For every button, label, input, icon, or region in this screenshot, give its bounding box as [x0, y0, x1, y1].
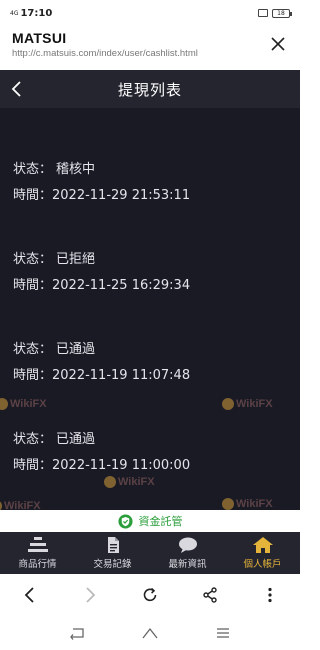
home-icon [252, 537, 273, 553]
page-title: 提現列表 [117, 80, 182, 99]
time-value: 2022-11-19 11:07:48 [52, 368, 191, 383]
status-value: 已拒絕 [56, 252, 96, 267]
tab-trade-records[interactable]: 交易記錄 [75, 532, 150, 574]
watermark: WikiFX [222, 498, 273, 510]
cash-list: 状态： 稽核中 時間：2022-11-29 21:53:11 状态： 已拒絕 時間：… [0, 108, 300, 510]
document-icon [107, 537, 119, 553]
record-status: 状态： 已拒絕 [13, 248, 95, 267]
record-time: 時間：2022-11-19 11:07:48 [13, 364, 190, 383]
site-title: MATSUI [12, 30, 67, 46]
status-value: 稽核中 [56, 162, 96, 177]
tab-label: 最新資訊 [168, 559, 207, 570]
record-status: 状态： 已通過 [13, 338, 95, 357]
time-label: 時間： [13, 278, 53, 293]
record-status: 状态： 稽核中 [13, 158, 95, 177]
tab-label: 個人帳戶 [243, 559, 282, 570]
tab-label: 商品行情 [18, 559, 57, 570]
status-label: 状态： [13, 252, 53, 267]
list-item[interactable]: 状态： 已拒絕 時間：2022-11-25 16:29:34 [0, 226, 300, 314]
back-arrow-icon[interactable] [21, 586, 39, 604]
record-time: 時間：2022-11-19 11:00:00 [13, 454, 190, 473]
status-bar: 4G 17:10 18 [0, 0, 300, 26]
status-value: 已通過 [56, 432, 96, 447]
fund-custody-banner[interactable]: 資金託管 [0, 510, 300, 532]
list-item[interactable]: 状态： 已通過 時間：2022-11-19 11:00:00 [0, 406, 300, 494]
record-time: 時間：2022-11-25 16:29:34 [13, 274, 190, 293]
time-label: 時間： [13, 368, 53, 383]
status-label: 状态： [13, 162, 53, 177]
back-icon[interactable] [8, 79, 28, 99]
chat-bubble-icon [178, 537, 197, 553]
share-icon[interactable] [201, 586, 219, 604]
time-label: 時間： [13, 188, 53, 203]
bottom-tab-bar: 商品行情 交易記錄 最新資訊 個人帳戶 [0, 532, 300, 574]
list-icon [27, 537, 48, 552]
close-icon[interactable] [270, 36, 286, 52]
forward-arrow-icon[interactable] [81, 586, 99, 604]
refresh-icon[interactable] [141, 586, 159, 604]
nav-home-icon[interactable] [142, 626, 158, 640]
vibrate-icon [258, 9, 268, 17]
time-value: 2022-11-29 21:53:11 [52, 188, 191, 203]
watermark: WikiFX [0, 500, 41, 510]
browser-header: MATSUI http://c.matsuis.com/index/user/c… [0, 26, 300, 66]
list-item[interactable]: 状态： 已通過 時間：2022-11-19 11:07:48 [0, 316, 300, 404]
record-time: 時間：2022-11-29 21:53:11 [13, 184, 190, 203]
signal-indicator: 4G [10, 9, 19, 17]
time-value: 2022-11-25 16:29:34 [52, 278, 191, 293]
status-label: 状态： [13, 432, 53, 447]
status-label: 状态： [13, 342, 53, 357]
nav-menu-icon[interactable] [215, 626, 231, 640]
battery-level: 18 [277, 9, 285, 17]
watermark-logo-icon [0, 500, 2, 510]
time-label: 時間： [13, 458, 53, 473]
tab-news[interactable]: 最新資訊 [150, 532, 225, 574]
shield-check-icon [117, 513, 133, 529]
site-url[interactable]: http://c.matsuis.com/index/user/cashlist… [12, 48, 288, 59]
status-value: 已通過 [56, 342, 96, 357]
more-options-icon[interactable] [261, 586, 279, 604]
list-item[interactable]: 状态： 稽核中 時間：2022-11-29 21:53:11 [0, 136, 300, 224]
browser-toolbar [0, 574, 300, 616]
tab-account[interactable]: 個人帳戶 [225, 532, 300, 574]
record-status: 状态： 已通過 [13, 428, 95, 447]
time-value: 2022-11-19 11:00:00 [52, 458, 191, 473]
app-nav-bar: 提現列表 [0, 70, 300, 108]
watermark-logo-icon [222, 498, 234, 510]
nav-back-icon[interactable] [69, 626, 85, 640]
status-time: 17:10 [20, 7, 53, 19]
custody-label: 資金託管 [138, 515, 183, 528]
android-nav-bar [0, 616, 300, 650]
tab-market[interactable]: 商品行情 [0, 532, 75, 574]
tab-label: 交易記錄 [93, 559, 132, 570]
battery-icon: 18 [272, 8, 292, 18]
